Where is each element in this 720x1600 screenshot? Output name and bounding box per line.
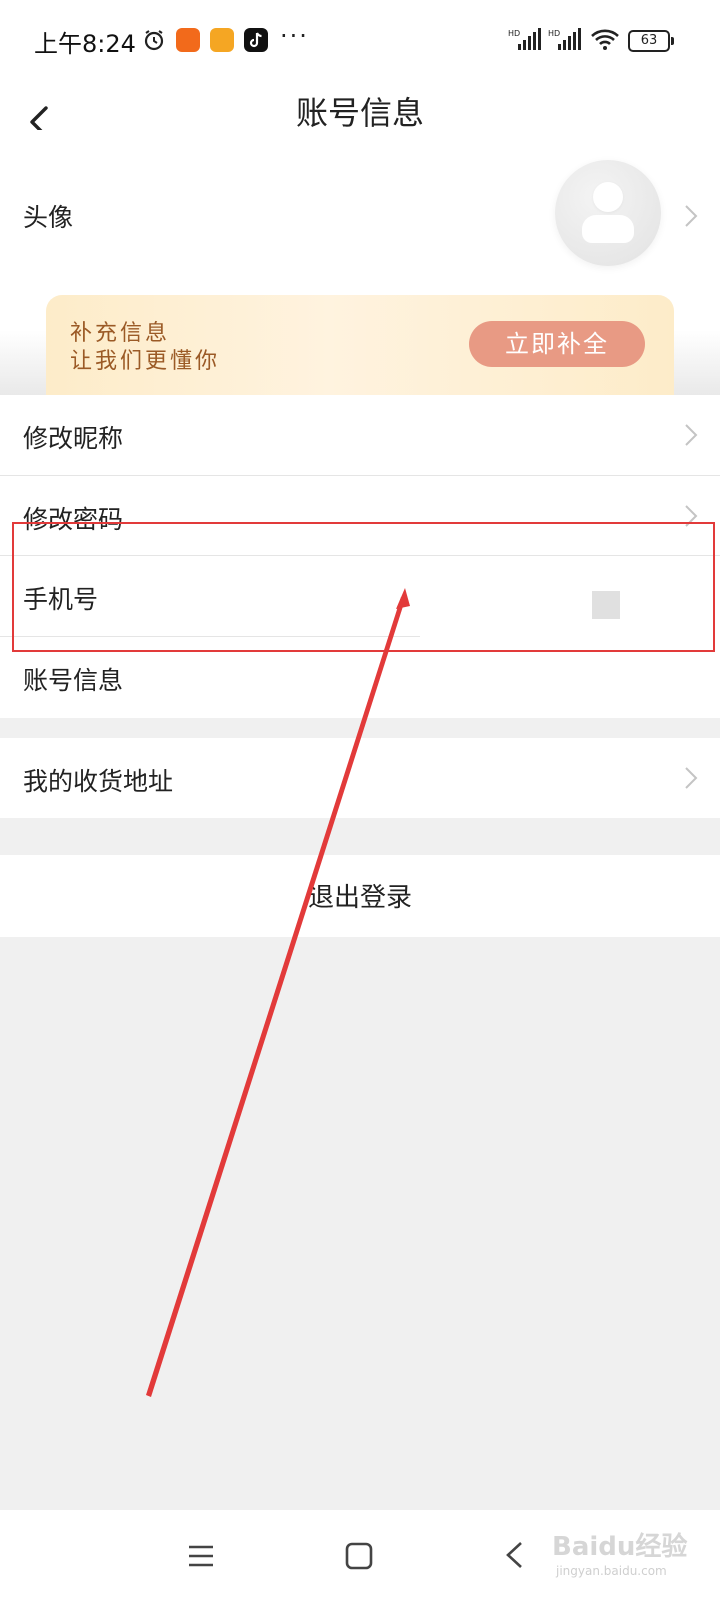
- list-item-nickname[interactable]: 修改昵称: [0, 395, 720, 475]
- banner-subtitle: 让我们更懂你: [70, 349, 221, 374]
- menu-icon[interactable]: [187, 1542, 215, 1570]
- signal-hd-icon: HD: [548, 28, 581, 50]
- avatar-body: [582, 215, 634, 243]
- watermark-logo: Baidu经验 jingyan.baidu.com: [552, 1522, 702, 1582]
- list-item-label: 账号信息: [23, 666, 124, 695]
- back-icon[interactable]: [503, 1540, 525, 1570]
- complete-now-button[interactable]: 立即补全: [469, 321, 645, 367]
- avatar-label: 头像: [23, 203, 74, 232]
- avatar-head: [593, 182, 623, 212]
- app-icon-douyin: [244, 28, 268, 52]
- complete-info-banner: 补充信息 让我们更懂你 立即补全: [46, 295, 674, 395]
- status-bar: 上午8:24 ··· HD HD 63: [0, 0, 720, 82]
- logout-button[interactable]: 退出登录: [0, 877, 720, 914]
- page-title: 账号信息: [295, 94, 424, 132]
- app-icon-kuaishou: [176, 28, 200, 52]
- app-icon-notes: [210, 28, 234, 52]
- default-avatar-icon[interactable]: [555, 160, 661, 266]
- profile-top-block: 头像 补充信息 让我们更懂你 立即补全: [0, 130, 720, 395]
- account-info-page: 上午8:24 ··· HD HD 63 账号信息 头像 补充信息 让我们更懂你 …: [0, 0, 720, 1600]
- svg-text:HD: HD: [548, 29, 560, 38]
- battery-icon: 63: [628, 30, 674, 52]
- annotation-highlight-box: [12, 522, 715, 652]
- svg-text:HD: HD: [508, 29, 520, 38]
- chevron-right-icon: [685, 424, 698, 446]
- more-dots-icon: ···: [280, 22, 309, 50]
- chevron-right-icon: [685, 767, 698, 789]
- address-list: 我的收货地址: [0, 738, 720, 818]
- watermark-main: Baidu经验: [552, 1532, 688, 1562]
- home-icon[interactable]: [345, 1542, 373, 1570]
- watermark-sub: jingyan.baidu.com: [556, 1564, 667, 1578]
- signal-hd-icon: HD: [508, 28, 541, 50]
- list-item-label: 修改昵称: [23, 424, 124, 453]
- status-time: 上午8:24: [34, 30, 136, 58]
- list-item-label: 我的收货地址: [23, 767, 174, 796]
- wifi-icon: [591, 29, 619, 50]
- chevron-right-icon: [685, 205, 698, 227]
- logout-section: 退出登录: [0, 855, 720, 937]
- alarm-icon: [144, 30, 164, 51]
- list-item-shipping-address[interactable]: 我的收货地址: [0, 738, 720, 818]
